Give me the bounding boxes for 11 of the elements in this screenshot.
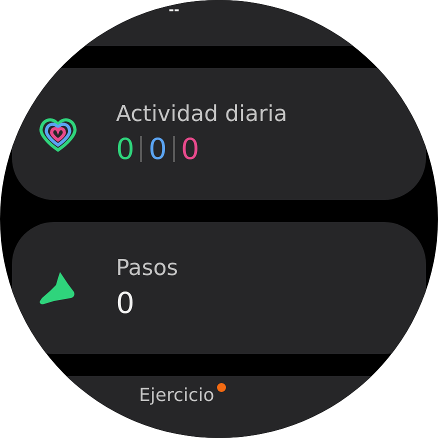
tile-title: Actividad diaria [116,102,288,129]
activity-value: 0 [148,132,167,166]
tile-title: Ejercicio [139,385,214,407]
steps-tile[interactable]: Pasos 0 [12,222,426,354]
activity-tile[interactable]: Actividad diaria 0 0 0 [12,68,426,200]
tile-title: Pasos [116,256,178,283]
heart-rings-icon [38,115,78,153]
steps-value: 0 [116,286,136,320]
value-placeholder: -- [168,4,180,17]
activity-value: 0 [116,132,134,166]
activity-value: 0 [180,132,200,166]
